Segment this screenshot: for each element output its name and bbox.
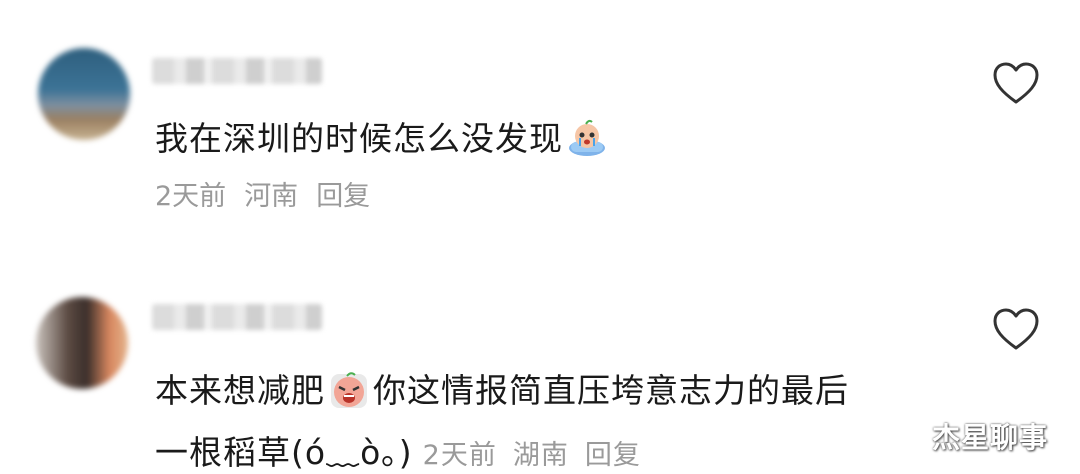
comment-item: 我在深圳的时候怎么没发现 2天前 河南 回复 (0, 0, 1080, 240)
avatar[interactable] (36, 297, 128, 389)
comment-text: 我在深圳的时候怎么没发现 (155, 112, 611, 160)
crying-baby-icon (569, 119, 605, 156)
comment-text-line: 本来想减肥 你这情报简直压垮意志力的最后 (155, 371, 849, 410)
username-blurred[interactable] (152, 304, 322, 330)
watermark: 杰星聊事 (932, 421, 1049, 454)
comment-meta: 2天前 湖南 回复 (423, 440, 657, 471)
username-blurred[interactable] (152, 58, 322, 84)
heart-icon[interactable] (992, 62, 1040, 106)
crying-angry-icon (331, 372, 367, 408)
comment-item: 本来想减肥 你这情报简直压垮意志力的最后 一根稻草(ó﹏ò｡) 2天前 湖南 回复 (0, 240, 1080, 472)
heart-icon[interactable] (992, 308, 1040, 352)
comment-location: 河南 (244, 181, 299, 212)
avatar[interactable] (38, 48, 130, 140)
comment-text-line: 一根稻草(ó﹏ò｡) 2天前 湖南 回复 (155, 426, 657, 474)
reply-button[interactable]: 回复 (316, 181, 370, 212)
reply-button[interactable]: 回复 (585, 440, 641, 471)
comment-time: 2天前 (155, 181, 227, 212)
comment-time: 2天前 (422, 440, 497, 471)
comment-location: 湖南 (512, 440, 569, 471)
comment-meta: 2天前 河南 回复 (155, 174, 388, 213)
